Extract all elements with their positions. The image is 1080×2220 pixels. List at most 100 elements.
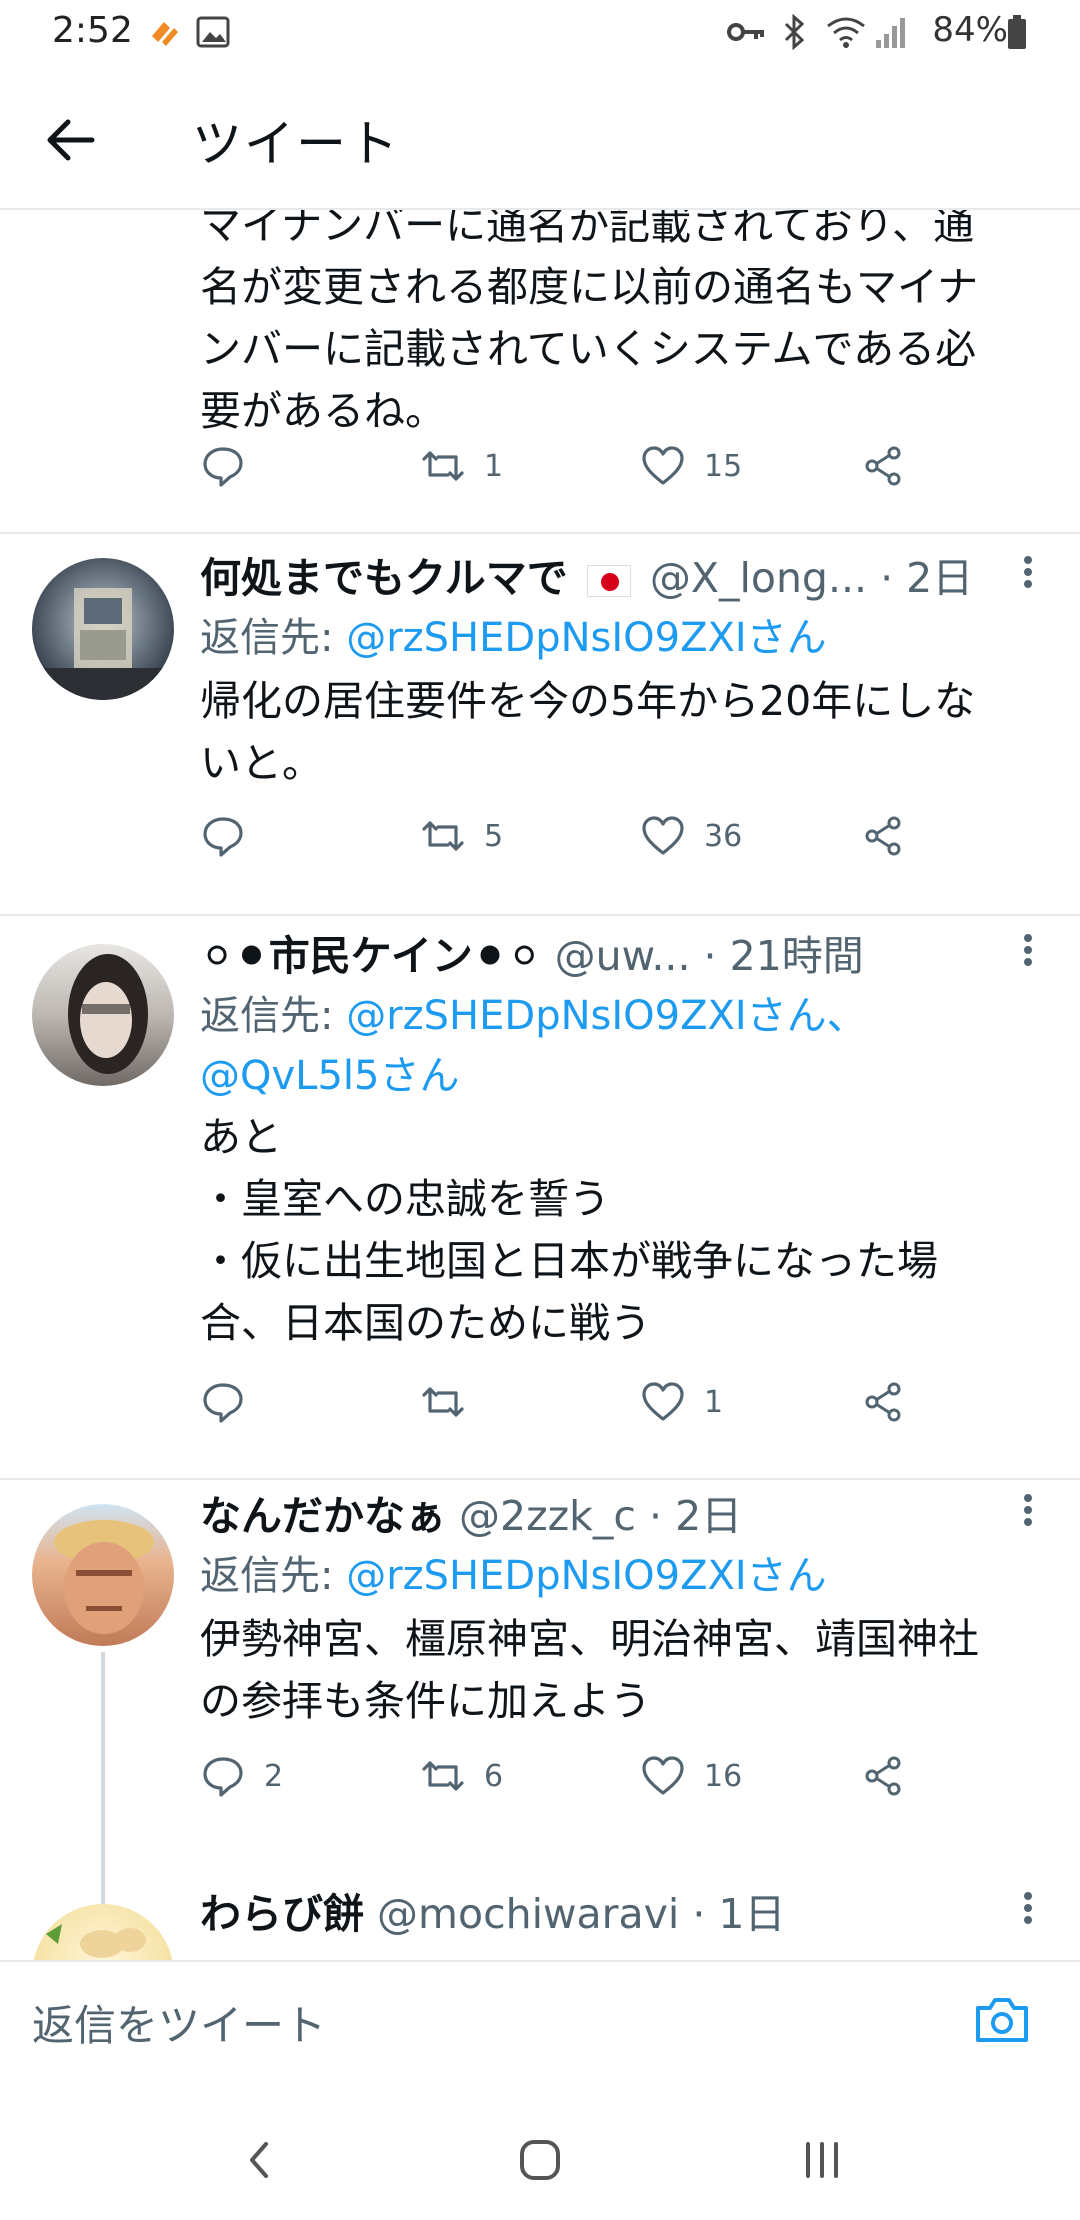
tweet-header: なんだかなぁ @2zzk_c · 2日: [200, 1486, 1020, 1546]
tweet-text: 伊勢神宮、橿原神宮、明治神宮、靖国神社 の参拝も条件に加えよう: [200, 1615, 979, 1725]
notification-icon: [152, 22, 178, 46]
retweet-button[interactable]: 6: [420, 1746, 503, 1806]
tweet-header: 何処までもクルマで @X_long... · 2日: [200, 548, 1020, 608]
reply-icon: [203, 817, 243, 857]
display-name[interactable]: ⚪⚫市民ケイン⚫⚪: [200, 932, 542, 980]
tweet-header: わらび餅 @mochiwaravi · 1日: [200, 1884, 1020, 1944]
home-nav-icon[interactable]: [510, 2130, 570, 2190]
reply-button[interactable]: [200, 436, 264, 496]
user-handle[interactable]: @mochiwaravi: [377, 1890, 679, 1938]
avatar-image: [32, 588, 174, 700]
reply-context: 返信先: @rzSHEDpNsIO9ZXIさん: [200, 1553, 827, 1599]
avatar-image: [46, 1924, 146, 1958]
tweet-text: マイナンバーに通名か記載されており、通 名が変更される都度に以前の通名もマイナ …: [200, 210, 979, 435]
user-handle[interactable]: @2zzk_c: [459, 1492, 636, 1540]
reply-input[interactable]: 返信をツイート: [32, 1992, 326, 2053]
retweet-button[interactable]: 5: [420, 806, 503, 866]
camera-icon[interactable]: [972, 1990, 1032, 2050]
tweet-time[interactable]: · 2日: [880, 554, 973, 602]
avatar[interactable]: [32, 944, 174, 1086]
display-name[interactable]: 何処までもクルマで: [200, 554, 568, 602]
reply-to-link[interactable]: @QvL5l5さん: [200, 1053, 459, 1099]
battery-icon: [1008, 15, 1026, 49]
tweet-item[interactable]: ⚪⚫市民ケイン⚫⚪ @uw... · 21時間 返信先: @rzSHEDpNsI…: [0, 916, 1080, 1480]
share-button[interactable]: [860, 1746, 906, 1806]
tweet-actions: 2 6 16: [200, 1746, 920, 1806]
reply-button[interactable]: [200, 806, 264, 866]
back-nav-icon[interactable]: [230, 2130, 290, 2190]
tweet-time[interactable]: · 2日: [649, 1492, 742, 1540]
avatar-image: [68, 954, 148, 1074]
reply-button[interactable]: [200, 1372, 264, 1432]
share-icon: [865, 1756, 901, 1796]
share-icon: [865, 446, 901, 486]
app-header: ツイート: [0, 68, 1080, 210]
retweet-icon: [422, 451, 464, 481]
signal-icon: [876, 18, 905, 48]
like-button[interactable]: 1: [640, 1372, 723, 1432]
heart-icon: [642, 1756, 684, 1795]
like-button[interactable]: 36: [640, 806, 742, 866]
tweet-text: 帰化の居住要件を今の5年から20年にしな いと。: [200, 677, 976, 787]
tweet-actions: 5 36: [200, 806, 920, 866]
more-options-icon[interactable]: [1016, 1888, 1040, 1938]
tweet-actions: 1 15: [200, 436, 920, 496]
retweet-icon: [422, 1387, 464, 1417]
reply-to-link[interactable]: @rzSHEDpNsIO9ZXIさん: [346, 1553, 826, 1599]
battery-percent: 84%: [932, 10, 1008, 50]
avatar[interactable]: [32, 1504, 174, 1646]
status-time: 2:52: [52, 10, 133, 51]
heart-icon: [642, 1382, 684, 1421]
reply-context: 返信先: @rzSHEDpNsIO9ZXIさん、 @QvL5l5さん: [200, 993, 867, 1099]
retweet-icon: [422, 821, 464, 851]
more-options-icon[interactable]: [1016, 1490, 1040, 1540]
gallery-icon: [196, 16, 230, 48]
share-button[interactable]: [860, 1372, 906, 1432]
reply-composer: 返信をツイート: [0, 1960, 1080, 2082]
share-button[interactable]: [860, 436, 906, 496]
avatar[interactable]: [32, 558, 174, 700]
reply-icon: [203, 447, 243, 487]
more-options-icon[interactable]: [1016, 930, 1040, 980]
flag-japan-icon: [586, 565, 631, 597]
retweet-icon: [422, 1761, 464, 1791]
reply-icon: [203, 1757, 243, 1797]
bluetooth-icon: [784, 14, 805, 50]
avatar[interactable]: [32, 1904, 174, 1960]
retweet-button[interactable]: 1: [420, 436, 503, 496]
tweet-item[interactable]: わらび餅 @mochiwaravi · 1日: [0, 1860, 1080, 1960]
key-icon: [727, 23, 764, 41]
system-nav-bar: [0, 2080, 1080, 2220]
tweet-time[interactable]: · 21時間: [704, 932, 864, 980]
user-handle[interactable]: @X_long...: [650, 554, 867, 602]
user-handle[interactable]: @uw...: [555, 932, 691, 980]
display-name[interactable]: わらび餅: [200, 1890, 364, 1938]
tweet-actions: 1: [200, 1372, 920, 1432]
avatar-image: [54, 1520, 154, 1634]
wifi-icon: [827, 17, 865, 48]
share-button[interactable]: [860, 806, 906, 866]
reply-button[interactable]: 2: [200, 1746, 283, 1806]
heart-icon: [642, 816, 684, 855]
like-button[interactable]: 16: [640, 1746, 742, 1806]
tweet-item[interactable]: 何処までもクルマで @X_long... · 2日 返信先: @rzSHEDpN…: [0, 534, 1080, 916]
display-name[interactable]: なんだかなぁ: [200, 1492, 446, 1540]
tweet-header: ⚪⚫市民ケイン⚫⚪ @uw... · 21時間: [200, 926, 1020, 986]
status-bar: 2:52 84%: [0, 0, 1080, 68]
reply-icon: [203, 1383, 243, 1423]
share-icon: [865, 1382, 901, 1422]
reply-to-link[interactable]: @rzSHEDpNsIO9ZXIさん: [346, 615, 826, 661]
tweet-feed[interactable]: マイナンバーに通名か記載されており、通 名が変更される都度に以前の通名もマイナ …: [0, 210, 1080, 1960]
arrow-left-icon[interactable]: [36, 104, 108, 176]
heart-icon: [642, 446, 684, 485]
recents-nav-icon[interactable]: [792, 2130, 852, 2190]
more-options-icon[interactable]: [1016, 552, 1040, 602]
share-icon: [865, 816, 901, 856]
tweet-item[interactable]: マイナンバーに通名か記載されており、通 名が変更される都度に以前の通名もマイナ …: [0, 210, 1080, 534]
like-button[interactable]: 15: [640, 436, 742, 496]
page-title: ツイート: [192, 115, 400, 173]
tweet-text: あと ・皇室への忠誠を誓う ・仮に出生地国と日本が戦争になった場 合、日本国のた…: [200, 1113, 938, 1347]
retweet-button[interactable]: [420, 1372, 484, 1432]
reply-to-link[interactable]: @rzSHEDpNsIO9ZXIさん、: [346, 993, 866, 1039]
tweet-time[interactable]: · 1日: [692, 1890, 785, 1938]
